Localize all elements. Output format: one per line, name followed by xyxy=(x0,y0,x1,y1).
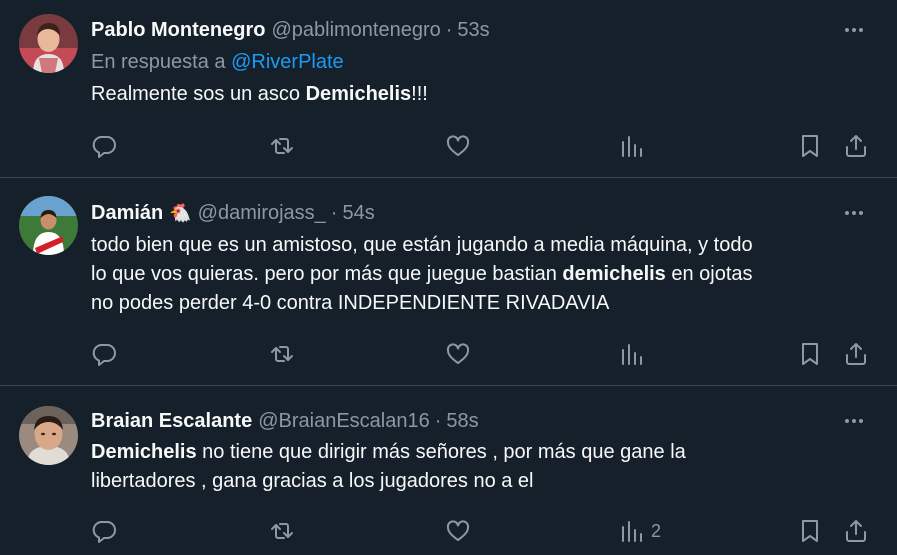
avatar-image xyxy=(19,406,78,465)
separator-dot: · xyxy=(445,19,453,41)
avatar-image xyxy=(19,196,78,255)
heart-icon xyxy=(446,135,470,156)
reply-button[interactable] xyxy=(91,339,117,369)
avatar[interactable] xyxy=(19,14,78,73)
like-button[interactable] xyxy=(445,339,471,369)
tweet-text: Demichelis no tiene que dirigir más seño… xyxy=(91,438,867,496)
author-name[interactable]: Braian Escalante xyxy=(91,408,252,434)
tweet-text-bold: Demichelis xyxy=(305,83,412,105)
views-button[interactable] xyxy=(619,339,651,369)
like-button[interactable] xyxy=(445,516,471,546)
reply-button[interactable] xyxy=(91,131,117,161)
views-button[interactable] xyxy=(619,131,651,161)
timestamp[interactable]: 53s xyxy=(457,17,489,43)
views-count: 2 xyxy=(651,520,662,541)
bookmark-button[interactable] xyxy=(797,339,823,369)
timestamp[interactable]: 54s xyxy=(342,200,374,226)
avatar-image xyxy=(19,14,78,73)
like-button[interactable] xyxy=(445,131,471,161)
more-dots-icon[interactable] xyxy=(841,17,867,43)
bookmark-icon xyxy=(802,520,818,542)
retweet-button[interactable] xyxy=(269,131,295,161)
tweet-text-part: en ojotas xyxy=(665,263,753,285)
reply-icon xyxy=(92,521,116,543)
author-name[interactable]: Pablo Montenegro xyxy=(91,17,265,43)
author-handle[interactable]: @pablimontenegro xyxy=(271,17,440,43)
timestamp[interactable]: 58s xyxy=(446,408,478,434)
tweet-text-bold: demichelis xyxy=(562,263,666,285)
more-dots-icon[interactable] xyxy=(841,200,867,226)
action-bar xyxy=(91,339,869,369)
tweet-header: Damián 🐔 @damirojass_ · 54s xyxy=(91,200,867,226)
tweet-header: Braian Escalante @BraianEscalan16 · 58s xyxy=(91,408,867,434)
heart-icon xyxy=(446,520,470,541)
views-chart-icon xyxy=(622,136,642,157)
share-button[interactable] xyxy=(843,131,869,161)
tweet[interactable]: Pablo Montenegro @pablimontenegro · 53s … xyxy=(0,0,897,178)
bookmark-icon xyxy=(802,135,818,157)
separator-dot: · xyxy=(330,202,338,224)
avatar[interactable] xyxy=(19,196,78,255)
bookmark-icon xyxy=(802,343,818,365)
reply-context: En respuesta a @RiverPlate xyxy=(91,49,867,75)
action-bar xyxy=(91,131,869,161)
tweet[interactable]: Braian Escalante @BraianEscalan16 · 58s … xyxy=(0,386,897,555)
retweet-icon xyxy=(271,523,293,539)
tweet-text-line: todo bien que es un amistoso, que están … xyxy=(91,234,753,256)
reply-button[interactable] xyxy=(91,516,117,546)
views-chart-icon xyxy=(622,344,642,365)
tweet-text: Realmente sos un asco Demichelis!!! xyxy=(91,80,867,109)
reply-icon xyxy=(92,344,116,366)
tweet-text-part: !!! xyxy=(411,83,428,105)
views-chart-icon xyxy=(622,521,642,542)
share-button[interactable] xyxy=(843,339,869,369)
reply-to-link[interactable]: @RiverPlate xyxy=(231,51,344,73)
tweet-text: todo bien que es un amistoso, que están … xyxy=(91,231,867,318)
tweet-text-part: lo que vos quieras. pero por más que jue… xyxy=(91,263,563,285)
chicken-emoji-icon: 🐔 xyxy=(169,203,192,223)
retweet-button[interactable] xyxy=(269,339,295,369)
avatar[interactable] xyxy=(19,406,78,465)
tweet-text-line: no podes perder 4-0 contra INDEPENDIENTE… xyxy=(91,292,610,314)
share-icon xyxy=(846,343,866,365)
heart-icon xyxy=(446,343,470,364)
author-name[interactable]: Damián xyxy=(91,200,163,226)
tweet[interactable]: Damián 🐔 @damirojass_ · 54s todo bien qu… xyxy=(0,178,897,386)
tweet-header: Pablo Montenegro @pablimontenegro · 53s xyxy=(91,17,867,43)
tweet-text-part: no tiene que dirigir más señores , por m… xyxy=(196,441,686,463)
share-icon xyxy=(846,520,866,542)
tweet-text-bold: Demichelis xyxy=(91,441,197,463)
more-dots-icon[interactable] xyxy=(841,408,867,434)
retweet-button[interactable] xyxy=(269,516,295,546)
action-bar: 2 xyxy=(91,516,869,546)
retweet-icon xyxy=(271,138,293,154)
reply-icon xyxy=(92,136,116,158)
reply-prefix: En respuesta a xyxy=(91,51,226,73)
share-icon xyxy=(846,135,866,157)
author-handle[interactable]: @BraianEscalan16 xyxy=(258,408,430,434)
views-button[interactable]: 2 xyxy=(619,516,661,546)
bookmark-button[interactable] xyxy=(797,131,823,161)
retweet-icon xyxy=(271,346,293,362)
separator-dot: · xyxy=(434,410,442,432)
author-handle[interactable]: @damirojass_ xyxy=(198,200,326,226)
timeline: Pablo Montenegro @pablimontenegro · 53s … xyxy=(0,0,897,555)
share-button[interactable] xyxy=(843,516,869,546)
tweet-text-line: libertadores , gana gracias a los jugado… xyxy=(91,470,534,492)
tweet-text-part: Realmente sos un asco xyxy=(91,83,306,105)
bookmark-button[interactable] xyxy=(797,516,823,546)
